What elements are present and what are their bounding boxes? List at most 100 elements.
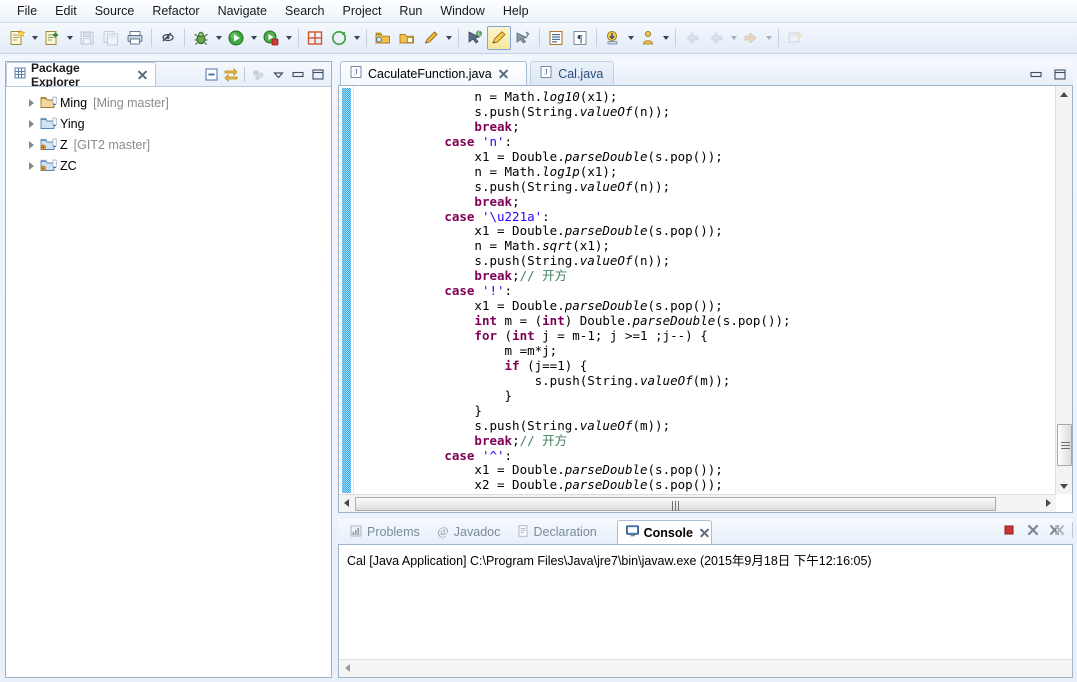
new-wizard-button[interactable] <box>5 26 29 50</box>
code-token: (n)); <box>632 253 671 269</box>
code-token: ; <box>512 193 520 209</box>
scroll-left-button[interactable] <box>340 497 353 509</box>
menu-item-window[interactable]: Window <box>431 2 493 20</box>
pilcrow-button[interactable]: ¶ <box>568 26 592 50</box>
code-token: m =m*j; <box>504 342 558 358</box>
menu-item-navigate[interactable]: Navigate <box>209 2 276 20</box>
close-icon[interactable] <box>137 69 148 80</box>
menu-item-search[interactable]: Search <box>276 2 334 20</box>
expand-arrow-icon[interactable] <box>24 159 38 173</box>
debug-button[interactable] <box>189 26 213 50</box>
open-type-button[interactable] <box>371 26 395 50</box>
menu-item-edit[interactable]: Edit <box>46 2 86 20</box>
console-tab-declaration[interactable]: Declaration <box>509 520 613 544</box>
menu-item-run[interactable]: Run <box>390 2 431 20</box>
minimize-icon[interactable] <box>289 65 307 83</box>
chevron-down-icon[interactable] <box>625 27 636 49</box>
folding-ruler[interactable] <box>339 86 354 512</box>
new-java-class-button[interactable] <box>40 26 64 50</box>
workbench-area: Package Explorer Ming [Ming master] Ying… <box>0 53 1077 682</box>
chevron-down-icon <box>763 27 774 49</box>
menu-item-source[interactable]: Source <box>86 2 144 20</box>
remove-launch-icon[interactable] <box>1024 521 1042 539</box>
console-tab-console[interactable]: Console <box>616 520 713 544</box>
code-token: 'n' <box>481 133 505 149</box>
console-tab-javadoc[interactable]: @ Javadoc <box>429 520 505 544</box>
close-icon[interactable] <box>498 68 509 79</box>
chevron-down-icon[interactable] <box>64 27 75 49</box>
tree-item-ming[interactable]: Ming [Ming master] <box>6 92 331 113</box>
chevron-down-icon[interactable] <box>443 27 454 49</box>
collapse-all-icon[interactable] <box>202 65 220 83</box>
next-annotation-button[interactable]: G <box>463 26 487 50</box>
print-button[interactable] <box>123 26 147 50</box>
code-token: : <box>542 208 550 224</box>
scroll-right-button[interactable] <box>1042 497 1055 509</box>
console-tab-problems[interactable]: Problems <box>342 520 425 544</box>
remove-all-terminated-icon[interactable] <box>1048 521 1066 539</box>
editor-tab-cal[interactable]: J Cal.java <box>530 61 614 85</box>
tab-package-explorer[interactable]: Package Explorer <box>6 61 156 89</box>
menu-item-help[interactable]: Help <box>494 2 538 20</box>
download-source-button[interactable] <box>601 26 625 50</box>
search-button[interactable] <box>419 26 443 50</box>
chevron-down-icon[interactable] <box>29 27 40 49</box>
code-token: log10 <box>542 89 580 104</box>
chevron-down-icon[interactable] <box>248 27 259 49</box>
scroll-left-button[interactable] <box>341 662 354 674</box>
chevron-down-icon[interactable] <box>660 27 671 49</box>
scroll-up-button[interactable] <box>1057 87 1070 101</box>
focus-on-active-task-icon[interactable] <box>249 65 267 83</box>
editor-vertical-scrollbar[interactable] <box>1055 86 1072 494</box>
tree-item-ying[interactable]: Ying <box>6 113 331 134</box>
run-coverage-button[interactable] <box>259 26 283 50</box>
code-line: x1 = Double.parseDouble(s.pop()); <box>354 462 1055 478</box>
code-text-area[interactable]: n = Math.log10(x1); s.push(String.valueO… <box>354 86 1055 494</box>
person-perspective-button[interactable] <box>636 26 660 50</box>
tree-item-zc[interactable]: ZC <box>6 155 331 176</box>
link-with-editor-icon[interactable] <box>222 65 240 83</box>
expand-arrow-icon[interactable] <box>24 138 38 152</box>
tree-item-z[interactable]: Z [GIT2 master] <box>6 134 331 155</box>
run-button[interactable] <box>224 26 248 50</box>
menu-item-file[interactable]: File <box>8 2 46 20</box>
view-menu-icon[interactable] <box>269 65 287 83</box>
close-icon[interactable] <box>699 527 704 538</box>
code-line: s.push(String.valueOf(m)); <box>354 373 1055 389</box>
back-arrow-icon <box>683 29 701 47</box>
editor-tab-caculatefunction[interactable]: J CaculateFunction.java <box>340 61 528 85</box>
minimize-icon[interactable] <box>1027 65 1045 83</box>
code-line: for (int j = m-1; j >=1 ;j--) { <box>354 328 1055 344</box>
code-token: ; <box>512 118 520 134</box>
maximize-icon[interactable] <box>309 65 327 83</box>
vertical-scroll-thumb[interactable] <box>1057 424 1072 466</box>
menu-item-project[interactable]: Project <box>334 2 391 20</box>
new-java-project-button[interactable] <box>303 26 327 50</box>
console-tab-label: Console <box>643 525 693 540</box>
editor-horizontal-scrollbar[interactable] <box>339 494 1056 512</box>
chevron-down-icon[interactable] <box>213 27 224 49</box>
scroll-down-button[interactable] <box>1057 479 1070 493</box>
eclipse-workbench-window: File Edit Source Refactor Navigate Search Proj… <box>0 0 1077 682</box>
console-horizontal-scrollbar[interactable] <box>339 659 1072 677</box>
previous-edit-location-button[interactable] <box>487 26 511 50</box>
new-annotation-button[interactable] <box>327 26 351 50</box>
terminate-icon[interactable] <box>1000 521 1018 539</box>
expand-arrow-icon[interactable] <box>24 96 38 110</box>
horizontal-scroll-thumb[interactable] <box>355 497 996 511</box>
open-task-button[interactable] <box>395 26 419 50</box>
last-edit-location-button[interactable] <box>511 26 535 50</box>
maximize-icon[interactable] <box>1051 65 1069 83</box>
pencil-highlight-icon <box>490 29 508 47</box>
toggle-mark-occurrences-button[interactable] <box>156 26 180 50</box>
console-body[interactable]: Cal [Java Application] C:\Program Files\… <box>338 544 1073 678</box>
expand-arrow-icon[interactable] <box>24 117 38 131</box>
show-whitespace-button[interactable] <box>544 26 568 50</box>
chevron-down-icon[interactable] <box>283 27 294 49</box>
menu-item-refactor[interactable]: Refactor <box>143 2 208 20</box>
chevron-down-icon[interactable] <box>351 27 362 49</box>
